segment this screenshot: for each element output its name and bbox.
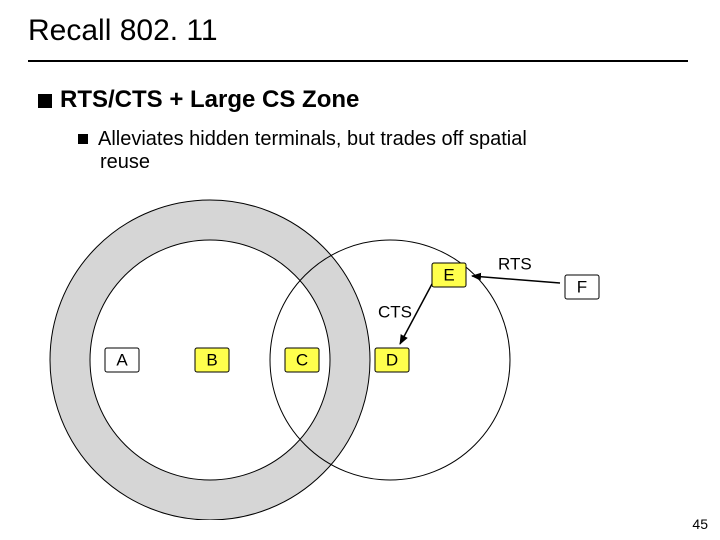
bullet-l1-text: RTS/CTS + Large CS Zone	[60, 86, 359, 113]
rts-arrow	[472, 276, 560, 283]
node-a: A	[105, 348, 139, 372]
page-number: 45	[692, 516, 708, 532]
bullet-l2-line1: Alleviates hidden terminals, but trades …	[98, 128, 527, 150]
svg-text:C: C	[296, 350, 308, 369]
rts-label: RTS	[498, 254, 532, 273]
node-f: F	[565, 275, 599, 299]
bullet-l2-line2: reuse	[100, 151, 680, 174]
diagram-svg: A B C D E F RTS CTS	[0, 190, 720, 520]
node-e: E	[432, 263, 466, 287]
svg-text:B: B	[206, 350, 217, 369]
bullet-level-2: Alleviates hidden terminals, but trades …	[78, 128, 680, 174]
svg-text:E: E	[443, 265, 454, 284]
node-b: B	[195, 348, 229, 372]
bullet-level-1: RTS/CTS + Large CS Zone	[38, 86, 359, 114]
cts-label: CTS	[378, 302, 412, 321]
svg-text:D: D	[386, 350, 398, 369]
diagram-container: A B C D E F RTS CTS	[0, 190, 720, 520]
node-d: D	[375, 348, 409, 372]
page-title: Recall 802. 11	[28, 14, 218, 48]
svg-text:F: F	[577, 277, 587, 296]
square-bullet-icon	[38, 94, 52, 108]
svg-text:A: A	[116, 350, 128, 369]
node-c: C	[285, 348, 319, 372]
square-bullet-icon	[78, 134, 88, 144]
title-underline	[28, 60, 688, 62]
